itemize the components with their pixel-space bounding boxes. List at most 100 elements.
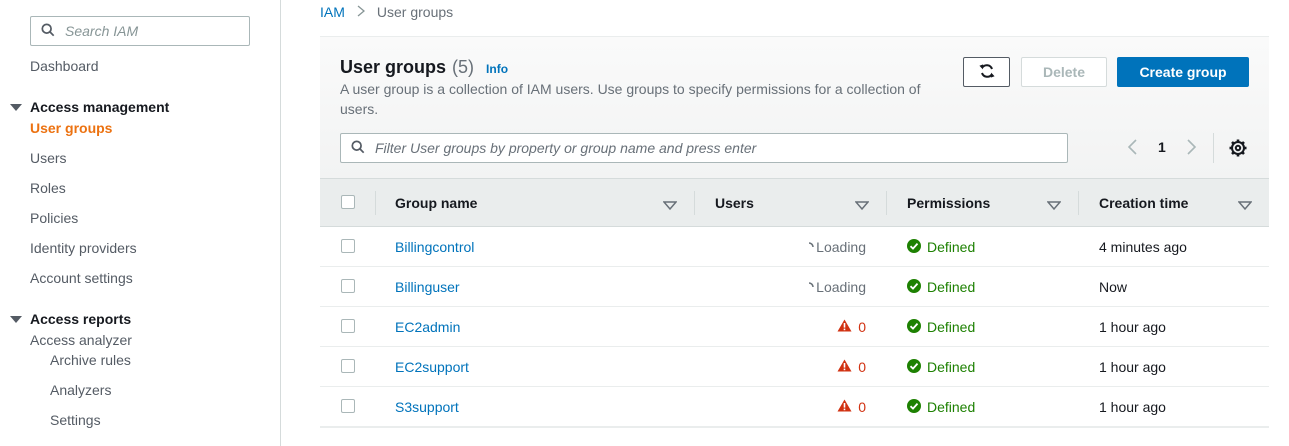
- creation-time: 4 minutes ago: [1099, 239, 1187, 255]
- gear-icon[interactable]: [1228, 138, 1248, 158]
- table-header: Group name Users Permissions Creation ti…: [320, 178, 1269, 227]
- nav-access-analyzer[interactable]: Access analyzer: [30, 332, 132, 348]
- column-permissions[interactable]: Permissions: [907, 179, 1077, 226]
- group-name-cell: S3support: [395, 387, 459, 427]
- users-cell: Loading: [720, 267, 866, 307]
- row-checkbox[interactable]: [341, 359, 355, 373]
- check-circle-icon: [907, 278, 927, 296]
- column-divider: [694, 191, 695, 215]
- row-checkbox[interactable]: [341, 239, 355, 253]
- nav-identity-providers[interactable]: Identity providers: [30, 240, 137, 256]
- section-access-management[interactable]: Access management: [10, 99, 169, 115]
- users-value: Loading: [816, 279, 866, 295]
- sort-caret-icon[interactable]: [1046, 198, 1062, 211]
- search-icon: [41, 22, 55, 40]
- nav-settings[interactable]: Settings: [50, 412, 101, 428]
- column-group-name[interactable]: Group name: [395, 179, 693, 226]
- nav-archive-rules[interactable]: Archive rules: [50, 352, 131, 368]
- sort-caret-icon[interactable]: [662, 198, 678, 211]
- group-name-cell: Billinguser: [395, 267, 460, 307]
- permissions-status: Defined: [927, 399, 976, 415]
- nav-analyzers[interactable]: Analyzers: [50, 382, 111, 398]
- warning-icon: [837, 319, 852, 335]
- chevron-right-icon: [357, 5, 365, 20]
- creation-time-cell: 1 hour ago: [1099, 387, 1166, 427]
- group-name-link[interactable]: Billingcontrol: [395, 239, 474, 255]
- creation-time-cell: 1 hour ago: [1099, 347, 1166, 387]
- select-all-checkbox[interactable]: [341, 195, 355, 209]
- chevron-right-icon[interactable]: [1184, 137, 1198, 157]
- creation-time-cell: Now: [1099, 267, 1127, 307]
- warning-icon: [837, 399, 852, 415]
- table-row: EC2admin 0 Defined 1 hour ago: [320, 307, 1269, 347]
- row-checkbox[interactable]: [341, 319, 355, 333]
- info-link[interactable]: Info: [486, 62, 508, 76]
- creation-time: 1 hour ago: [1099, 359, 1166, 375]
- users-cell: 0: [720, 387, 866, 427]
- nav-account-settings[interactable]: Account settings: [30, 270, 133, 286]
- nav-roles[interactable]: Roles: [30, 180, 66, 196]
- breadcrumb: IAM User groups: [320, 4, 453, 20]
- row-checkbox[interactable]: [341, 399, 355, 413]
- group-name-cell: EC2admin: [395, 307, 460, 347]
- refresh-icon: [978, 63, 995, 82]
- column-divider: [1078, 191, 1079, 215]
- permissions-status: Defined: [927, 359, 976, 375]
- group-name-link[interactable]: EC2support: [395, 359, 469, 375]
- page-number[interactable]: 1: [1158, 139, 1166, 155]
- creation-time: Now: [1099, 279, 1128, 295]
- panel-title: User groups (5) Info: [340, 57, 508, 78]
- nav-dashboard[interactable]: Dashboard: [30, 58, 99, 74]
- search-box[interactable]: [30, 16, 250, 46]
- caret-down-icon: [10, 315, 22, 323]
- loading-spinner-icon: [804, 239, 814, 255]
- creation-time-cell: 1 hour ago: [1099, 307, 1166, 347]
- refresh-button[interactable]: [963, 57, 1010, 87]
- group-name-cell: Billingcontrol: [395, 227, 474, 267]
- users-value: 0: [858, 319, 866, 335]
- group-name-link[interactable]: S3support: [395, 399, 459, 415]
- nav-policies[interactable]: Policies: [30, 210, 78, 226]
- table-row: S3support 0 Defined 1 hour ago: [320, 387, 1269, 427]
- creation-time-cell: 4 minutes ago: [1099, 227, 1187, 267]
- filter-box[interactable]: [340, 133, 1068, 163]
- users-cell: Loading: [720, 227, 866, 267]
- column-divider: [375, 191, 376, 215]
- group-name-cell: EC2support: [395, 347, 469, 387]
- row-checkbox[interactable]: [341, 279, 355, 293]
- sort-caret-icon[interactable]: [854, 198, 870, 211]
- delete-button[interactable]: Delete: [1021, 57, 1107, 87]
- creation-time: 1 hour ago: [1099, 319, 1166, 335]
- section-title: Access management: [30, 99, 170, 115]
- column-creation-time[interactable]: Creation time: [1099, 179, 1269, 226]
- group-name-link[interactable]: EC2admin: [395, 319, 460, 335]
- check-circle-icon: [907, 318, 927, 336]
- sort-caret-icon[interactable]: [1237, 198, 1253, 211]
- table-row: EC2support 0 Defined 1 hour ago: [320, 347, 1269, 387]
- users-cell: 0: [720, 347, 866, 387]
- nav-user-groups[interactable]: User groups: [30, 120, 112, 136]
- permissions-cell: Defined: [907, 227, 975, 267]
- users-value: 0: [858, 359, 866, 375]
- breadcrumb-iam[interactable]: IAM: [320, 4, 345, 20]
- table-row: Billinguser Loading Defined Now: [320, 267, 1269, 307]
- section-access-reports[interactable]: Access reports: [10, 311, 131, 327]
- nav-users[interactable]: Users: [30, 150, 67, 166]
- filter-input[interactable]: [375, 140, 1065, 156]
- check-circle-icon: [907, 358, 927, 376]
- group-name-link[interactable]: Billinguser: [395, 279, 460, 295]
- create-group-button[interactable]: Create group: [1117, 57, 1249, 87]
- divider: [1213, 133, 1214, 163]
- check-circle-icon: [907, 238, 927, 256]
- search-icon: [351, 139, 365, 157]
- table-row: Billingcontrol Loading Defined 4 minutes…: [320, 227, 1269, 267]
- column-users[interactable]: Users: [715, 179, 885, 226]
- group-count: (5): [452, 57, 475, 77]
- chevron-left-icon[interactable]: [1126, 137, 1140, 157]
- permissions-status: Defined: [927, 319, 976, 335]
- loading-spinner-icon: [804, 279, 814, 295]
- search-input[interactable]: [65, 23, 235, 39]
- column-label: Group name: [395, 194, 478, 211]
- section-title: Access reports: [30, 311, 132, 327]
- permissions-cell: Defined: [907, 307, 975, 347]
